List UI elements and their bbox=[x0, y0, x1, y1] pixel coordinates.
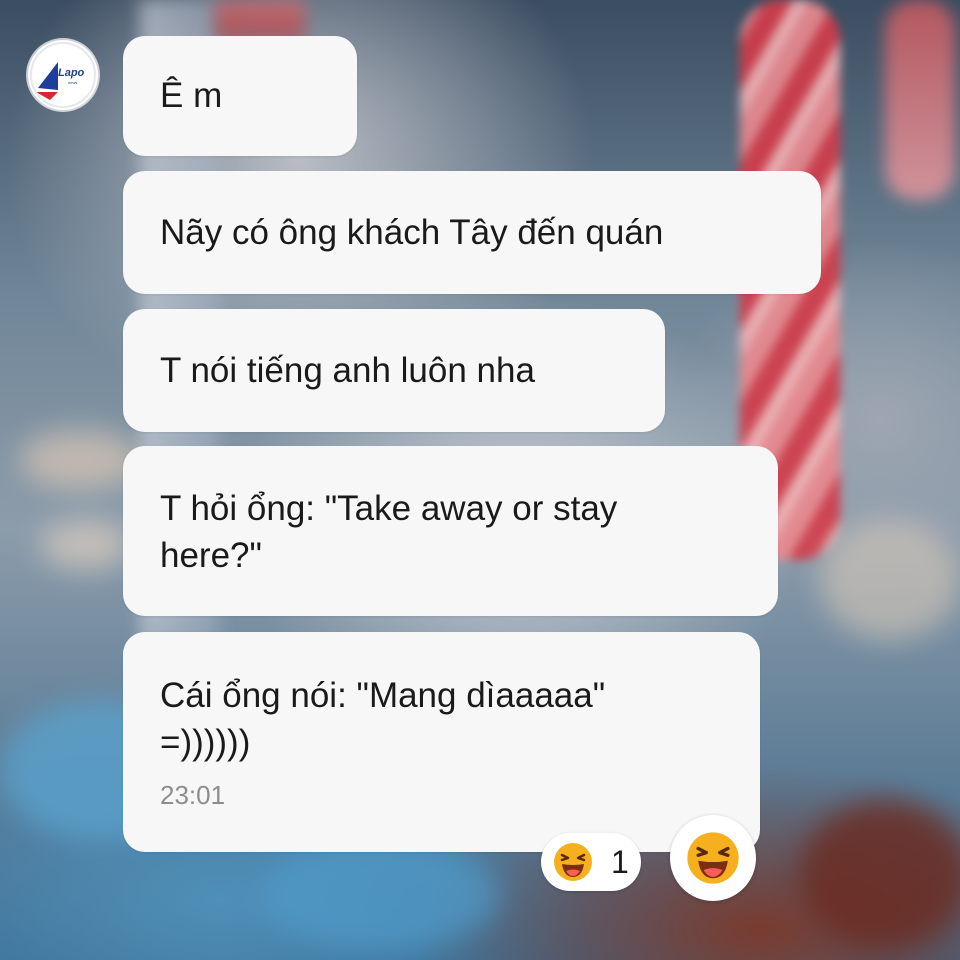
logo-text: Lapo bbox=[58, 67, 85, 79]
message-bubble[interactable]: Ê m bbox=[123, 36, 357, 156]
message-text: Nãy có ông khách Tây đến quán bbox=[160, 213, 664, 252]
reaction-count: 1 bbox=[611, 844, 629, 880]
message-text: T nói tiếng anh luôn nha bbox=[160, 351, 535, 390]
message-text: here?" bbox=[160, 536, 262, 575]
message-bubble[interactable]: T nói tiếng anh luôn nha bbox=[123, 309, 665, 432]
logo-subtext: news bbox=[68, 80, 78, 85]
message-text: =)))))) bbox=[160, 723, 251, 762]
message-bubble[interactable]: Cái ổng nói: "Mang dìaaaaa" =)))))) 23:0… bbox=[123, 632, 760, 852]
lapo-logo: Lapo news bbox=[28, 40, 98, 110]
message-text: Ê m bbox=[160, 76, 223, 115]
laughing-emoji-icon bbox=[686, 831, 740, 890]
laughing-emoji-icon bbox=[553, 842, 593, 887]
message-text: T hỏi ổng: "Take away or stay bbox=[160, 489, 618, 528]
add-reaction-button[interactable] bbox=[670, 815, 756, 901]
message-text: Cái ổng nói: "Mang dìaaaaa" bbox=[160, 676, 606, 715]
message-timestamp: 23:01 bbox=[160, 780, 226, 810]
message-bubble[interactable]: T hỏi ổng: "Take away or stay here?" bbox=[123, 446, 778, 616]
reaction-summary[interactable]: 1 bbox=[541, 833, 641, 891]
message-bubble[interactable]: Nãy có ông khách Tây đến quán bbox=[123, 171, 821, 294]
